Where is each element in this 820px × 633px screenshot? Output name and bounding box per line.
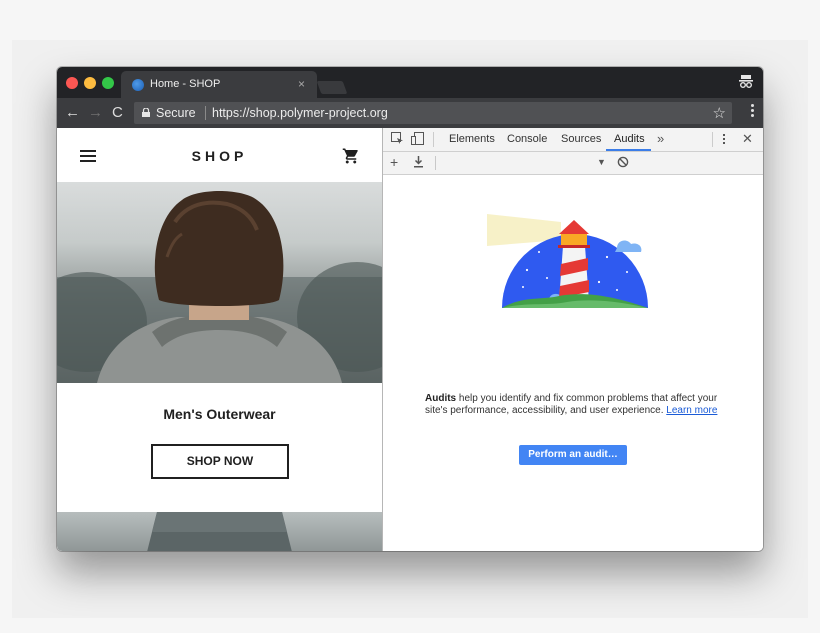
tab-separator (712, 132, 713, 147)
tab-separator (433, 132, 434, 147)
address-bar[interactable]: Secure https://shop.polymer-project.org … (134, 102, 732, 124)
favicon-icon (132, 79, 144, 91)
menu-dot (723, 134, 725, 136)
menu-dot (751, 104, 754, 107)
cart-icon[interactable] (342, 147, 360, 165)
more-tabs-button[interactable]: » (657, 131, 664, 146)
incognito-icon (739, 75, 753, 88)
audits-description: Audits help you identify and fix common … (425, 393, 725, 417)
audits-toolbar: + ▼ (383, 152, 763, 175)
menu-dot (723, 138, 725, 140)
tab-console[interactable]: Console (507, 133, 547, 145)
browser-window: Home - SHOP × ← → C Secure https://shop.… (57, 67, 763, 551)
shop-now-button[interactable]: SHOP NOW (151, 444, 289, 479)
devtools-close-button[interactable]: ✕ (742, 131, 753, 147)
devtools-menu-button[interactable] (723, 134, 726, 146)
tab-strip: Home - SHOP × (57, 67, 763, 98)
tab-close-button[interactable]: × (298, 77, 305, 91)
star-icon[interactable]: ☆ (713, 104, 726, 122)
download-icon[interactable] (413, 156, 424, 168)
browser-menu-button[interactable] (751, 104, 755, 120)
hero-illustration (57, 191, 382, 383)
report-dropdown[interactable]: ▼ (597, 157, 606, 167)
hero-image[interactable] (57, 182, 382, 383)
zoom-window-button[interactable] (102, 77, 114, 89)
tab-sources[interactable]: Sources (561, 133, 601, 145)
new-tab-button[interactable] (316, 81, 348, 94)
inspect-icon[interactable] (391, 132, 404, 145)
new-audit-button[interactable]: + (390, 154, 398, 170)
menu-dot (751, 114, 754, 117)
browser-content: SHOP Men's Outerwear SHOP NOW Elements C… (57, 128, 763, 551)
forward-button[interactable]: → (88, 104, 103, 121)
block-icon[interactable] (617, 156, 629, 168)
secondary-image[interactable] (57, 512, 382, 551)
lock-icon (142, 108, 150, 117)
back-button[interactable]: ← (65, 104, 80, 121)
menu-dot (751, 109, 754, 112)
lighthouse-logo (487, 214, 648, 308)
reload-button[interactable]: C (112, 104, 123, 121)
learn-more-link[interactable]: Learn more (666, 405, 717, 416)
browser-toolbar: ← → C Secure https://shop.polymer-projec… (57, 98, 763, 128)
shop-page: SHOP Men's Outerwear SHOP NOW (57, 128, 382, 551)
tab-audits[interactable]: Audits (614, 133, 645, 145)
active-tab-indicator (606, 149, 651, 151)
tab-title: Home - SHOP (150, 78, 221, 90)
toolbar-separator (435, 156, 436, 170)
address-separator (205, 106, 206, 120)
tab-elements[interactable]: Elements (449, 133, 495, 145)
audits-bold-label: Audits (425, 393, 457, 404)
shop-brand[interactable]: SHOP (57, 148, 382, 164)
device-icon[interactable] (411, 132, 424, 145)
category-title: Men's Outerwear (163, 406, 276, 422)
devtools-tab-bar: Elements Console Sources Audits » ✕ (383, 128, 763, 152)
menu-dot (723, 142, 725, 144)
secure-label: Secure (156, 106, 196, 120)
close-window-button[interactable] (66, 77, 78, 89)
perform-audit-button[interactable]: Perform an audit… (519, 445, 627, 465)
browser-tab[interactable]: Home - SHOP × (121, 71, 317, 98)
devtools-panel: Elements Console Sources Audits » ✕ + ▼ … (383, 128, 763, 551)
url-text[interactable]: https://shop.polymer-project.org (212, 106, 388, 120)
minimize-window-button[interactable] (84, 77, 96, 89)
secondary-illustration (147, 512, 292, 551)
